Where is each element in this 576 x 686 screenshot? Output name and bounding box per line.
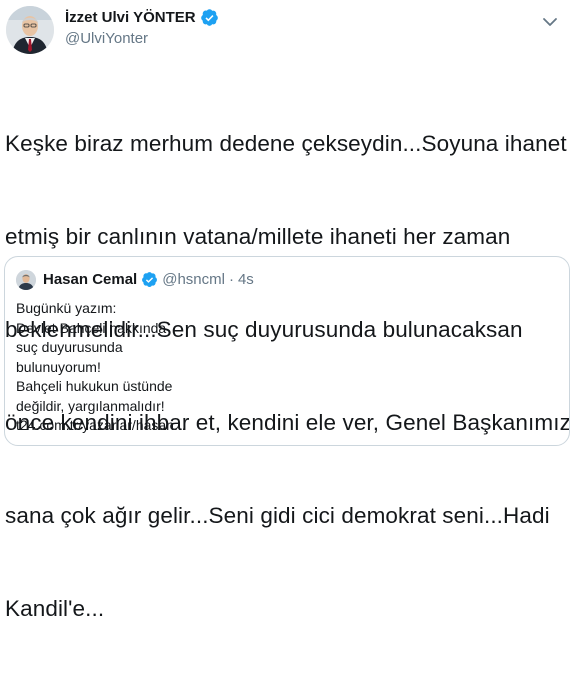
tweet-text-line: etmiş bir canlının vatana/millete ihanet… <box>5 224 511 249</box>
quoted-author-avatar[interactable] <box>16 270 36 290</box>
quoted-text-line: Devlet Bahçeli hakkında <box>16 319 167 336</box>
quoted-text-line: Bugünkü yazım: <box>16 300 117 316</box>
author-name[interactable]: İzzet Ulvi YÖNTER <box>65 8 219 27</box>
tweet-text-line: sana çok ağır gelir...Seni gidi cici dem… <box>5 503 550 528</box>
quoted-author-handle[interactable]: @hsncml <box>162 271 225 288</box>
quoted-text-line: bulunuyorum! <box>16 358 101 375</box>
tweet-menu-button[interactable] <box>540 12 560 32</box>
quoted-tweet-time[interactable]: 4s <box>238 271 254 288</box>
tweet-card: İzzet Ulvi YÖNTER @UlviYonter Keşke bira… <box>0 0 576 621</box>
quoted-text-line: Bahçeli hukukun üstünde <box>16 378 173 394</box>
author-avatar-image <box>6 6 54 54</box>
quoted-text-line: değildir, yargılanmalıdır! <box>16 397 165 414</box>
tweet-text-line: Kandil'e... <box>5 596 105 621</box>
quoted-author-name[interactable]: Hasan Cemal <box>43 271 137 288</box>
author-name-text: İzzet Ulvi YÖNTER <box>65 9 196 26</box>
separator-dot: · <box>228 271 234 288</box>
tweet-text-line: Keşke biraz merhum dedene çekseydin...So… <box>5 131 567 156</box>
author-avatar[interactable] <box>6 6 54 54</box>
author-handle[interactable]: @UlviYonter <box>65 30 148 47</box>
quoted-author-avatar-image <box>16 270 36 290</box>
quoted-tweet-text: Bugünkü yazım: Devlet Bahçeli hakkında s… <box>16 299 556 436</box>
quoted-tweet[interactable]: Hasan Cemal @hsncml · 4s Bugünkü yazım: … <box>4 256 570 446</box>
chevron-down-icon <box>543 18 557 26</box>
quoted-text-line: suç duyurusunda <box>16 339 123 355</box>
verified-badge-icon <box>200 9 218 26</box>
quoted-tweet-header: Hasan Cemal @hsncml · 4s <box>43 271 254 288</box>
quoted-tweet-link[interactable]: t24.com.tr/yazarlar/hasan... <box>16 416 556 436</box>
verified-badge-icon <box>142 272 158 287</box>
